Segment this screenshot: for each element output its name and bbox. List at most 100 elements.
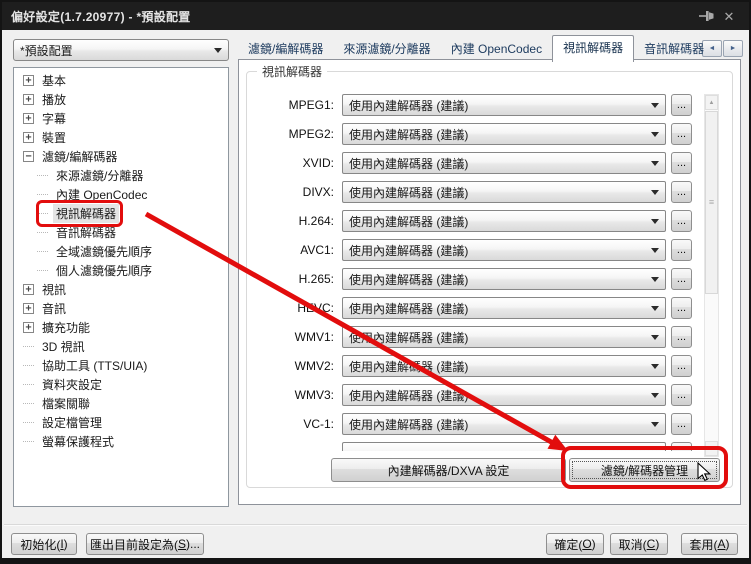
more-options-button[interactable]: ...: [671, 123, 692, 145]
decoder-select[interactable]: 使用內建解碼器 (建議): [342, 355, 666, 377]
tree-item-label: 來源濾鏡/分離器: [56, 169, 144, 183]
decoder-select[interactable]: 使用內建解碼器 (建議): [342, 123, 666, 145]
tree-item[interactable]: 協助工具 (TTS/UIA): [14, 356, 228, 375]
builtin-decoder-dxva-button[interactable]: 內建解碼器/DXVA 設定: [331, 458, 566, 482]
initialize-button[interactable]: 初始化(I): [11, 533, 77, 555]
decoder-select[interactable]: 使用內建解碼器 (建議): [342, 268, 666, 290]
more-options-button[interactable]: ...: [671, 297, 692, 319]
decoder-value: 使用內建解碼器 (建議): [349, 156, 469, 171]
tree-item[interactable]: 視訊: [14, 280, 228, 299]
expand-icon[interactable]: [23, 422, 34, 423]
tree-item[interactable]: 濾鏡/編解碼器: [14, 147, 228, 166]
more-options-button[interactable]: ...: [671, 326, 692, 348]
decoder-select[interactable]: 使用內建解碼器 (建議): [342, 413, 666, 435]
filter-decoder-manager-button[interactable]: 濾鏡/解碼器管理: [569, 458, 720, 482]
expand-icon[interactable]: [37, 251, 48, 252]
decoder-select[interactable]: [342, 442, 666, 451]
tree-item[interactable]: 3D 視訊: [14, 337, 228, 356]
codec-label: MPEG1:: [288, 98, 334, 112]
expand-icon[interactable]: [37, 213, 48, 214]
scroll-down-icon[interactable]: ▼: [705, 441, 718, 456]
tab[interactable]: 內建 OpenCodec: [441, 37, 552, 61]
expand-icon[interactable]: [37, 232, 48, 233]
tree-item[interactable]: 全域濾鏡優先順序: [14, 242, 228, 261]
decoder-select[interactable]: 使用內建解碼器 (建議): [342, 239, 666, 261]
tree-item-label: 播放: [42, 93, 67, 107]
more-options-button[interactable]: [671, 442, 692, 451]
tree-item[interactable]: 個人濾鏡優先順序: [14, 261, 228, 280]
tree-item[interactable]: 裝置: [14, 128, 228, 147]
expand-icon[interactable]: [37, 270, 48, 271]
scrollbar-thumb[interactable]: ≡: [705, 111, 718, 294]
tree-item-label: 基本: [42, 74, 67, 88]
expand-icon[interactable]: [23, 441, 34, 442]
decoder-select[interactable]: 使用內建解碼器 (建議): [342, 297, 666, 319]
tab[interactable]: 濾鏡/編解碼器: [238, 37, 333, 61]
export-settings-button[interactable]: 匯出目前設定為(S)...: [86, 533, 204, 555]
expand-icon[interactable]: [23, 94, 34, 105]
expand-icon[interactable]: [23, 132, 34, 143]
more-options-button[interactable]: ...: [671, 152, 692, 174]
tree-item[interactable]: 檔案關聯: [14, 394, 228, 413]
pin-icon[interactable]: [696, 7, 718, 25]
tab[interactable]: 來源濾鏡/分離器: [333, 37, 440, 61]
tree-item[interactable]: 擴充功能: [14, 318, 228, 337]
decoder-select[interactable]: 使用內建解碼器 (建議): [342, 152, 666, 174]
tree-item[interactable]: 螢幕保護程式: [14, 432, 228, 451]
decoder-value: 使用內建解碼器 (建議): [349, 127, 469, 142]
expand-icon[interactable]: [23, 284, 34, 295]
more-options-button[interactable]: ...: [671, 268, 692, 290]
decoder-select[interactable]: 使用內建解碼器 (建議): [342, 384, 666, 406]
tree-item[interactable]: 播放: [14, 90, 228, 109]
decoder-value: 使用內建解碼器 (建議): [349, 243, 469, 258]
expand-icon[interactable]: [23, 322, 34, 333]
more-options-button[interactable]: ...: [671, 384, 692, 406]
codec-label: XVID:: [302, 156, 334, 170]
tree-item[interactable]: 設定檔管理: [14, 413, 228, 432]
more-options-button[interactable]: ...: [671, 210, 692, 232]
decoder-value: 使用內建解碼器 (建議): [349, 98, 469, 113]
codec-list-scrollbar[interactable]: ▲ ≡ ▼: [704, 94, 719, 457]
ok-button[interactable]: 確定(O): [546, 533, 604, 555]
expand-icon[interactable]: [23, 151, 34, 162]
apply-button[interactable]: 套用(A): [681, 533, 738, 555]
decoder-select[interactable]: 使用內建解碼器 (建議): [342, 210, 666, 232]
expand-icon[interactable]: [37, 194, 48, 195]
dropdown-arrow-icon: [651, 161, 659, 166]
decoder-value: 使用內建解碼器 (建議): [349, 185, 469, 200]
tree-item[interactable]: 來源濾鏡/分離器: [14, 166, 228, 185]
tab[interactable]: 視訊解碼器: [552, 35, 635, 62]
codec-label: H.264:: [298, 214, 334, 228]
tree-item[interactable]: 音訊: [14, 299, 228, 318]
profile-select[interactable]: *預設配置: [13, 39, 229, 61]
decoder-select[interactable]: 使用內建解碼器 (建議): [342, 94, 666, 116]
scroll-up-icon[interactable]: ▲: [705, 95, 718, 110]
codec-label: DIVX:: [302, 185, 334, 199]
more-options-button[interactable]: ...: [671, 94, 692, 116]
tree-item[interactable]: 音訊解碼器: [14, 223, 228, 242]
close-icon[interactable]: ✕: [718, 7, 740, 25]
more-options-button[interactable]: ...: [671, 239, 692, 261]
more-options-button[interactable]: ...: [671, 355, 692, 377]
expand-icon[interactable]: [23, 113, 34, 124]
tree-item[interactable]: 字幕: [14, 109, 228, 128]
expand-icon[interactable]: [37, 175, 48, 176]
expand-icon[interactable]: [23, 346, 34, 347]
decoder-select[interactable]: 使用內建解碼器 (建議): [342, 181, 666, 203]
cancel-button[interactable]: 取消(C): [610, 533, 668, 555]
expand-icon[interactable]: [23, 403, 34, 404]
tree-item[interactable]: 資料夾設定: [14, 375, 228, 394]
tab[interactable]: 音訊解碼器: [634, 37, 714, 61]
expand-icon[interactable]: [23, 384, 34, 385]
window-title: 偏好設定(1.7.20977) - *預設配置: [11, 9, 191, 24]
tree-item[interactable]: 內建 OpenCodec: [14, 185, 228, 204]
expand-icon[interactable]: [23, 75, 34, 86]
tree-item[interactable]: 視訊解碼器: [14, 200, 228, 227]
expand-icon[interactable]: [23, 365, 34, 366]
expand-icon[interactable]: [23, 303, 34, 314]
tab-scroll-right-button[interactable]: ►: [723, 40, 743, 57]
decoder-select[interactable]: 使用內建解碼器 (建議): [342, 326, 666, 348]
tree-item[interactable]: 基本: [14, 71, 228, 90]
more-options-button[interactable]: ...: [671, 413, 692, 435]
more-options-button[interactable]: ...: [671, 181, 692, 203]
